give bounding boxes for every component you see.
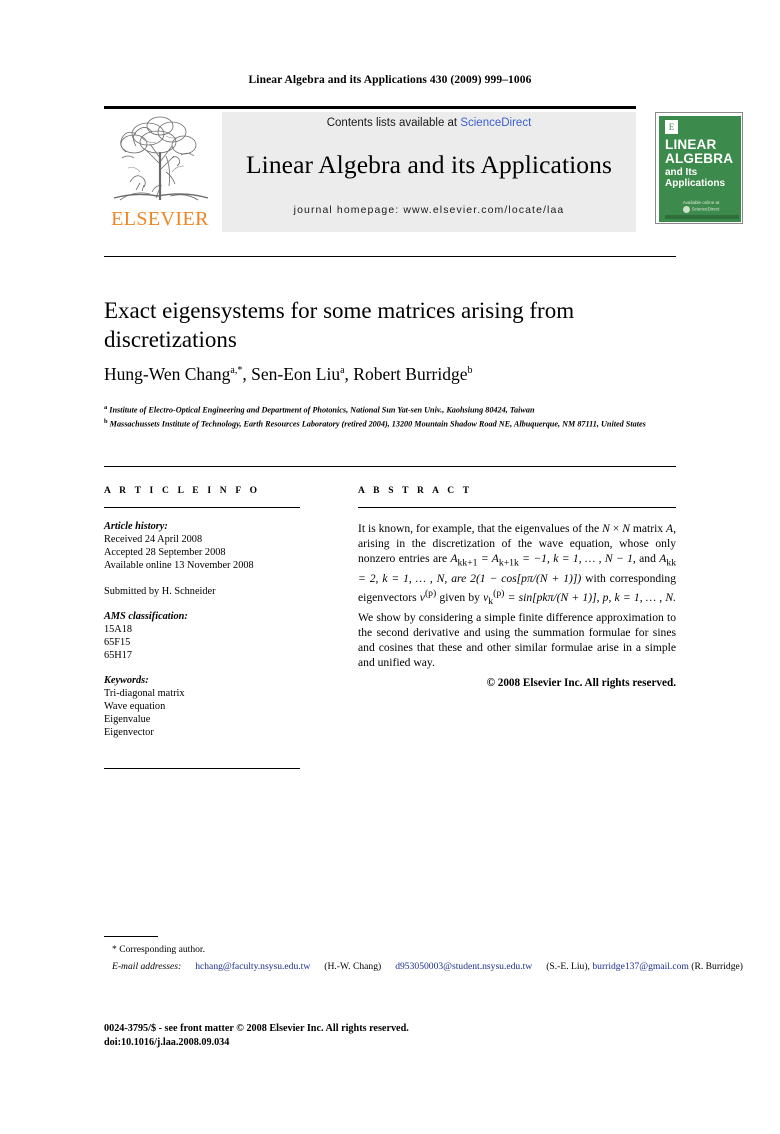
abstract-eq1-tail: = −1, k = 1, … , N − 1, bbox=[518, 552, 636, 566]
history-gap bbox=[104, 572, 300, 585]
running-head: Linear Algebra and its Applications 430 … bbox=[248, 74, 532, 86]
abstract-paragraph-2: We show by considering a simple finite d… bbox=[358, 610, 676, 670]
elsevier-logo: ELSEVIER bbox=[104, 112, 216, 232]
article-history-block: Article history: Received 24 April 2008 … bbox=[104, 520, 300, 598]
abstract-seg-4: and bbox=[635, 552, 660, 566]
history-accepted: Accepted 28 September 2008 bbox=[104, 547, 226, 558]
keyword-1: Tri-diagonal matrix bbox=[104, 688, 185, 699]
email-addresses-note: E-mail addresses: hchang@faculty.nsysu.ed… bbox=[112, 960, 744, 973]
abstract-eq2-tail: = 2, k = 1, … , N, are 2(1 − cos[pπ/(N +… bbox=[358, 571, 582, 585]
abstract-eq1-sub2: k+1k bbox=[498, 557, 519, 569]
abstract-eq1-base: A bbox=[450, 552, 458, 566]
history-available-online: Available online 13 November 2008 bbox=[104, 560, 254, 571]
elsevier-wordmark: ELSEVIER bbox=[111, 208, 209, 230]
email-addresses-label: E-mail addresses: bbox=[112, 961, 182, 972]
cover-elsevier-mark: E bbox=[665, 120, 678, 134]
contents-prefix: Contents lists available at bbox=[326, 117, 461, 129]
abstract-eq2-sub: kk bbox=[666, 557, 677, 569]
cover-line-andits: and Its bbox=[665, 167, 698, 178]
page-title: Exact eigensystems for some matrices ari… bbox=[104, 298, 575, 352]
sciencedirect-orb-icon bbox=[682, 205, 690, 213]
journal-homepage[interactable]: journal homepage: www.elsevier.com/locat… bbox=[222, 204, 636, 216]
abstract-eq1-sub: kk+1 bbox=[457, 557, 478, 569]
abstract-eq3-sup: (p) bbox=[424, 588, 437, 600]
submitted-by: Submitted by H. Schneider bbox=[104, 586, 216, 597]
abstract-eq4-tail: = sin[pkπ/(N + 1)], p, k = 1, … , N. bbox=[504, 590, 677, 604]
article-info-column: A R T I C L E I N F O Article history: R… bbox=[104, 486, 300, 739]
email-address-1[interactable]: hchang@faculty.nsysu.edu.tw bbox=[195, 961, 310, 972]
cover-sd-caption: Available online at bbox=[682, 200, 720, 205]
abstract-eq1-rest: = A bbox=[477, 552, 499, 566]
keywords-block: Keywords: Tri-diagonal matrix Wave equat… bbox=[104, 674, 300, 739]
author-name-2: Sen-Eon Liu bbox=[251, 364, 341, 384]
elsevier-tree-icon bbox=[113, 116, 209, 201]
article-info-bottom-rule bbox=[104, 768, 300, 769]
keyword-4: Eigenvector bbox=[104, 727, 154, 738]
abstract-seg-1: It is known, for example, that the eigen… bbox=[358, 522, 603, 535]
email-owner-2: (S.-E. Liu) bbox=[546, 961, 588, 972]
email-comma: , bbox=[587, 961, 590, 972]
article-history-label: Article history: bbox=[104, 521, 168, 532]
ams-code-3: 65H17 bbox=[104, 650, 133, 661]
abstract-column: A B S T R A C T It is known, for example… bbox=[358, 486, 676, 689]
article-info-heading: A R T I C L E I N F O bbox=[104, 486, 261, 496]
email-owner-3: (R. Burridge) bbox=[691, 961, 743, 972]
abstract-divider bbox=[358, 507, 676, 508]
affiliation-mark-b: b bbox=[104, 418, 108, 425]
affiliation-b: b Massachussets Institute of Technology,… bbox=[104, 416, 724, 430]
ams-classification-block: AMS classification: 15A18 65F15 65H17 bbox=[104, 610, 300, 662]
abstract-copyright: © 2008 Elsevier Inc. All rights reserved… bbox=[486, 677, 676, 690]
keywords-label: Keywords: bbox=[104, 675, 149, 686]
cover-background: E LINEAR ALGEBRA and Its Applications Av… bbox=[659, 116, 741, 222]
abstract-times: × bbox=[609, 522, 623, 535]
masthead-top-rule bbox=[104, 106, 636, 109]
cover-bottom-bar bbox=[665, 215, 739, 219]
journal-title: Linear Algebra and its Applications bbox=[245, 150, 613, 179]
abstract-seg-6: given by bbox=[436, 590, 484, 604]
journal-cover-thumbnail: E LINEAR ALGEBRA and Its Applications Av… bbox=[655, 112, 743, 224]
abstract-var-N2: N bbox=[622, 522, 630, 535]
affiliation-text-b: Massachussets Institute of Technology, E… bbox=[109, 419, 646, 429]
abstract-eq4-sup: (p) bbox=[493, 588, 505, 600]
abstract-text: It is known, for example, that the eigen… bbox=[358, 521, 676, 670]
affiliation-mark-a: a bbox=[104, 404, 108, 411]
email-address-2[interactable]: d953050003@student.nsysu.edu.tw bbox=[395, 961, 532, 972]
abstract-var-N1: N bbox=[602, 522, 610, 535]
imprint-block: 0024-3795/$ - see front matter © 2008 El… bbox=[104, 1022, 409, 1049]
affiliation-a: a Institute of Electro-Optical Engineeri… bbox=[104, 402, 724, 416]
cover-line-algebra: ALGEBRA bbox=[665, 151, 734, 166]
email-address-3[interactable]: burridge137@gmail.com bbox=[592, 961, 689, 972]
author-name-3: Robert Burridge bbox=[353, 364, 468, 384]
ams-label: AMS classification: bbox=[104, 611, 188, 622]
author-marks-2: a bbox=[340, 365, 345, 377]
info-top-rule bbox=[104, 466, 676, 467]
corresponding-author-note: * Corresponding author. bbox=[112, 944, 205, 955]
paper-page: Linear Algebra and its Applications 430 … bbox=[0, 0, 780, 1134]
sciencedirect-link[interactable]: ScienceDirect bbox=[460, 117, 531, 129]
ams-code-2: 65F15 bbox=[104, 637, 131, 648]
author-list: Hung-Wen Changa,*, Sen-Eon Liua, Robert … bbox=[104, 364, 473, 384]
article-info-divider bbox=[104, 507, 300, 508]
author-name-1: Hung-Wen Chang bbox=[104, 364, 231, 384]
imprint-line-2: doi:10.1016/j.laa.2008.09.034 bbox=[104, 1036, 230, 1048]
cover-sciencedirect-badge: Available online at ScienceDirect bbox=[671, 200, 731, 213]
cover-line-linear: LINEAR bbox=[665, 137, 717, 152]
cover-line-applications: Applications bbox=[665, 178, 726, 189]
author-marks-1: a,* bbox=[230, 365, 243, 377]
masthead-bottom-rule bbox=[104, 256, 676, 257]
affiliation-text-a: Institute of Electro-Optical Engineering… bbox=[109, 405, 535, 415]
abstract-seg-2: matrix bbox=[629, 522, 667, 535]
contents-available-line: Contents lists available at ScienceDirec… bbox=[222, 117, 636, 129]
footnote-rule bbox=[104, 936, 158, 937]
email-owner-1: (H.-W. Chang) bbox=[324, 961, 382, 972]
ams-code-1: 15A18 bbox=[104, 624, 133, 635]
imprint-line-1: 0024-3795/$ - see front matter © 2008 El… bbox=[104, 1023, 409, 1034]
cover-sd-name: ScienceDirect bbox=[691, 206, 720, 212]
history-received: Received 24 April 2008 bbox=[104, 534, 203, 545]
author-marks-3: b bbox=[467, 365, 473, 377]
keyword-2: Wave equation bbox=[104, 701, 166, 712]
keyword-3: Eigenvalue bbox=[104, 714, 151, 725]
abstract-heading: A B S T R A C T bbox=[358, 486, 473, 496]
